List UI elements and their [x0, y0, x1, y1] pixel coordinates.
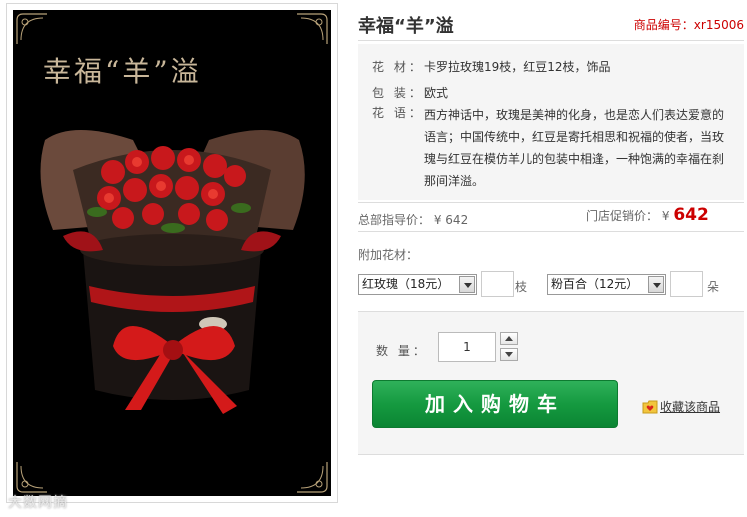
chevron-down-icon[interactable] — [459, 276, 475, 293]
product-code-label: 商品编号： — [633, 18, 694, 32]
guide-price: 总部指导价： ¥ 642 — [358, 211, 468, 228]
quantity-label: 数 量： — [376, 344, 428, 358]
purchase-box: 数 量： 1 加入购物车 收藏该商品 — [358, 311, 744, 455]
promo-price: 门店促销价： ¥ 642 — [586, 205, 709, 225]
quantity-input[interactable]: 1 — [438, 332, 496, 362]
promo-price-value: 642 — [673, 205, 709, 225]
flower-label: 花 材： — [372, 60, 424, 74]
addon-select-lily-value: 粉百合（12元） — [551, 277, 639, 291]
flower-value: 卡罗拉玫瑰19枝，红豆12枝，饰品 — [424, 60, 611, 74]
folder-heart-icon — [642, 400, 658, 414]
info-row-package: 包 装： 欧式 — [372, 84, 448, 101]
addon-unit-lily: 朵 — [707, 280, 720, 294]
ornament-corner-icon — [16, 13, 47, 44]
package-value: 欧式 — [424, 86, 449, 100]
language-value: 西方神话中，玫瑰是美神的化身，也是恋人们表达爱意的语言；中国传统中，红豆是寄托相… — [424, 108, 725, 188]
addon-select-rose[interactable]: 红玫瑰（18元） — [358, 274, 477, 295]
guide-price-label: 总部指导价： — [358, 213, 431, 227]
addon-qty-lily-input[interactable] — [670, 271, 703, 297]
price-row: 总部指导价： ¥ 642 门店促销价： ¥ 642 — [358, 202, 744, 232]
divider — [358, 40, 744, 41]
quantity-decrease-button[interactable] — [500, 348, 518, 361]
ornament-corner-icon — [16, 462, 47, 493]
bouquet-illustration — [40, 130, 305, 414]
ornament-corner-icon — [297, 13, 328, 44]
ornament-corner-icon — [297, 462, 328, 493]
chevron-down-icon[interactable] — [648, 276, 664, 293]
language-label: 花 语： — [372, 106, 424, 120]
package-label: 包 装： — [372, 86, 424, 100]
addon-select-rose-value: 红玫瑰（18元） — [362, 277, 450, 291]
promo-price-label: 门店促销价： — [586, 209, 659, 223]
product-image-frame: 幸福“羊”溢 — [6, 3, 338, 503]
addon-label: 附加花材： — [358, 248, 419, 262]
guide-price-value: ¥ 642 — [433, 213, 469, 227]
product-image[interactable]: 幸福“羊”溢 — [13, 10, 331, 496]
product-info-box: 花 材： 卡罗拉玫瑰19枝，红豆12枝，饰品 包 装： 欧式 花 语： 西方神话… — [358, 44, 744, 200]
quantity-increase-button[interactable] — [500, 332, 518, 345]
favorite-label: 收藏该商品 — [660, 400, 721, 414]
favorite-link[interactable]: 收藏该商品 — [642, 398, 720, 415]
product-code: 商品编号：xr15006 — [634, 16, 744, 33]
image-title: 幸福“羊”溢 — [43, 55, 202, 88]
promo-price-currency: ¥ — [661, 209, 670, 223]
product-page: 幸福“羊”溢 大数网摘 幸福“羊”溢 商品编号：xr15006 花 材： 卡罗拉… — [0, 0, 747, 517]
add-to-cart-button[interactable]: 加入购物车 — [372, 380, 618, 428]
addon-unit-rose: 枝 — [515, 280, 528, 294]
watermark: 大数网摘 — [8, 495, 68, 511]
addon-qty-rose-input[interactable] — [481, 271, 514, 297]
info-row-language: 花 语： 西方神话中，玫瑰是美神的化身，也是恋人们表达爱意的语言；中国传统中，红… — [372, 104, 730, 192]
product-title: 幸福“羊”溢 — [358, 16, 454, 37]
info-row-flower: 花 材： 卡罗拉玫瑰19枝，红豆12枝，饰品 — [372, 58, 611, 75]
title-row: 幸福“羊”溢 商品编号：xr15006 — [358, 12, 744, 38]
product-code-value: xr15006 — [693, 18, 744, 32]
product-detail-panel: 幸福“羊”溢 商品编号：xr15006 花 材： 卡罗拉玫瑰19枝，红豆12枝，… — [358, 0, 744, 517]
addon-select-lily[interactable]: 粉百合（12元） — [547, 274, 666, 295]
